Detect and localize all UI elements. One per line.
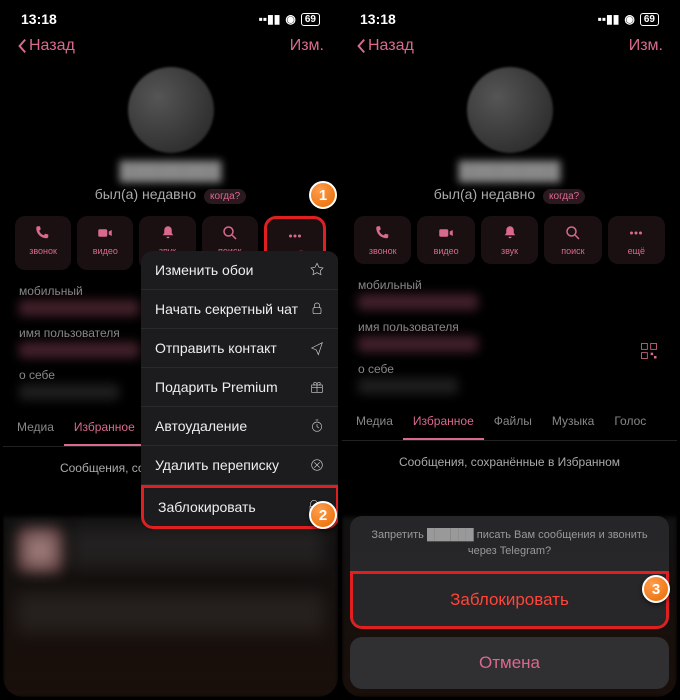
tab-music[interactable]: Музыка: [542, 404, 604, 440]
more-icon: [286, 227, 304, 245]
menu-block[interactable]: Заблокировать: [141, 485, 338, 529]
call-button[interactable]: звонок: [354, 216, 411, 264]
more-icon: [627, 224, 645, 242]
tab-favorites[interactable]: Избранное: [403, 404, 484, 440]
profile-name: ████████: [3, 161, 338, 182]
mobile-value: [358, 294, 478, 310]
video-button[interactable]: видео: [417, 216, 474, 264]
phone-icon: [34, 224, 52, 242]
profile-status: был(а) недавно когда?: [3, 186, 338, 202]
tab-media[interactable]: Медиа: [346, 404, 403, 440]
bell-icon: [501, 224, 519, 242]
menu-secret-chat[interactable]: Начать секретный чат: [141, 290, 338, 329]
action-sheet: Запретить ██████ писать Вам сообщения и …: [350, 516, 669, 689]
avatar[interactable]: [128, 67, 214, 153]
clock: 13:18: [21, 11, 57, 27]
nav-bar: Назад Изм.: [342, 31, 677, 61]
chevron-left-icon: [17, 38, 27, 54]
video-icon: [437, 224, 455, 242]
status-icons: ▪▪▮▮ ◉ 69: [259, 12, 320, 26]
username-value: [358, 336, 478, 352]
wifi-icon: ◉: [285, 12, 295, 26]
marker-2: 2: [309, 501, 337, 529]
clock: 13:18: [360, 11, 396, 27]
battery-icon: 69: [301, 13, 320, 26]
search-icon: [221, 224, 239, 242]
signal-icon: ▪▪▮▮: [259, 12, 281, 26]
edit-button[interactable]: Изм.: [629, 37, 663, 55]
marker-3: 3: [642, 575, 670, 603]
search-button[interactable]: поиск: [544, 216, 601, 264]
call-button[interactable]: звонок: [15, 216, 71, 270]
edit-button[interactable]: Изм.: [290, 37, 324, 55]
username-value: [19, 342, 139, 358]
marker-1: 1: [309, 181, 337, 209]
content-blur: [3, 517, 338, 697]
wifi-icon: ◉: [624, 12, 634, 26]
back-button[interactable]: Назад: [17, 37, 75, 55]
info-username[interactable]: имя пользователя: [342, 320, 677, 352]
about-value: [19, 384, 119, 400]
tab-files[interactable]: Файлы: [484, 404, 542, 440]
menu-autodelete[interactable]: Автоудаление: [141, 407, 338, 446]
status-icons: ▪▪▮▮ ◉ 69: [598, 12, 659, 26]
pin-icon: [309, 262, 325, 278]
when-badge[interactable]: когда?: [543, 189, 585, 204]
phone-left: 13:18 ▪▪▮▮ ◉ 69 Назад Изм. ████████ был(…: [3, 3, 338, 697]
phone-icon: [374, 224, 392, 242]
menu-send-contact[interactable]: Отправить контакт: [141, 329, 338, 368]
share-icon: [309, 340, 325, 356]
about-value: [358, 378, 458, 394]
battery-icon: 69: [640, 13, 659, 26]
phone-right: 13:18 ▪▪▮▮ ◉ 69 Назад Изм. ████████ был(…: [342, 3, 677, 697]
info-about[interactable]: о себе: [342, 362, 677, 394]
info-mobile[interactable]: мобильный: [342, 278, 677, 310]
avatar[interactable]: [467, 67, 553, 153]
mobile-value: [19, 300, 139, 316]
favorites-hint: Сообщения, сохранённые в Избранном: [342, 441, 677, 483]
tab-favorites[interactable]: Избранное: [64, 410, 145, 446]
mute-button[interactable]: звук: [481, 216, 538, 264]
tabs: Медиа Избранное Файлы Музыка Голос: [342, 404, 677, 441]
delete-chat-icon: [309, 457, 325, 473]
sheet-group: Запретить ██████ писать Вам сообщения и …: [350, 516, 669, 629]
qr-icon[interactable]: [639, 341, 659, 366]
lock-icon: [309, 301, 325, 317]
context-menu: Изменить обои Начать секретный чат Отпра…: [141, 251, 338, 529]
gift-icon: [309, 379, 325, 395]
menu-gift-premium[interactable]: Подарить Premium: [141, 368, 338, 407]
sheet-question: Запретить ██████ писать Вам сообщения и …: [350, 516, 669, 571]
status-bar: 13:18 ▪▪▮▮ ◉ 69: [342, 3, 677, 31]
menu-wallpaper[interactable]: Изменить обои: [141, 251, 338, 290]
chevron-left-icon: [356, 38, 366, 54]
video-icon: [96, 224, 114, 242]
menu-delete-chat[interactable]: Удалить переписку: [141, 446, 338, 485]
search-icon: [564, 224, 582, 242]
bell-icon: [159, 224, 177, 242]
profile-status: был(а) недавно когда?: [342, 186, 677, 202]
status-bar: 13:18 ▪▪▮▮ ◉ 69: [3, 3, 338, 31]
when-badge[interactable]: когда?: [204, 189, 246, 204]
signal-icon: ▪▪▮▮: [598, 12, 620, 26]
timer-icon: [309, 418, 325, 434]
tab-media[interactable]: Медиа: [7, 410, 64, 446]
back-button[interactable]: Назад: [356, 37, 414, 55]
tab-voice[interactable]: Голос: [604, 404, 656, 440]
video-button[interactable]: видео: [77, 216, 133, 270]
sheet-cancel-button[interactable]: Отмена: [350, 637, 669, 689]
nav-bar: Назад Изм.: [3, 31, 338, 61]
more-button[interactable]: ещё: [608, 216, 665, 264]
profile-name: ████████: [342, 161, 677, 182]
action-row: звонок видео звук поиск ещё: [342, 216, 677, 264]
sheet-block-button[interactable]: Заблокировать: [350, 571, 669, 629]
